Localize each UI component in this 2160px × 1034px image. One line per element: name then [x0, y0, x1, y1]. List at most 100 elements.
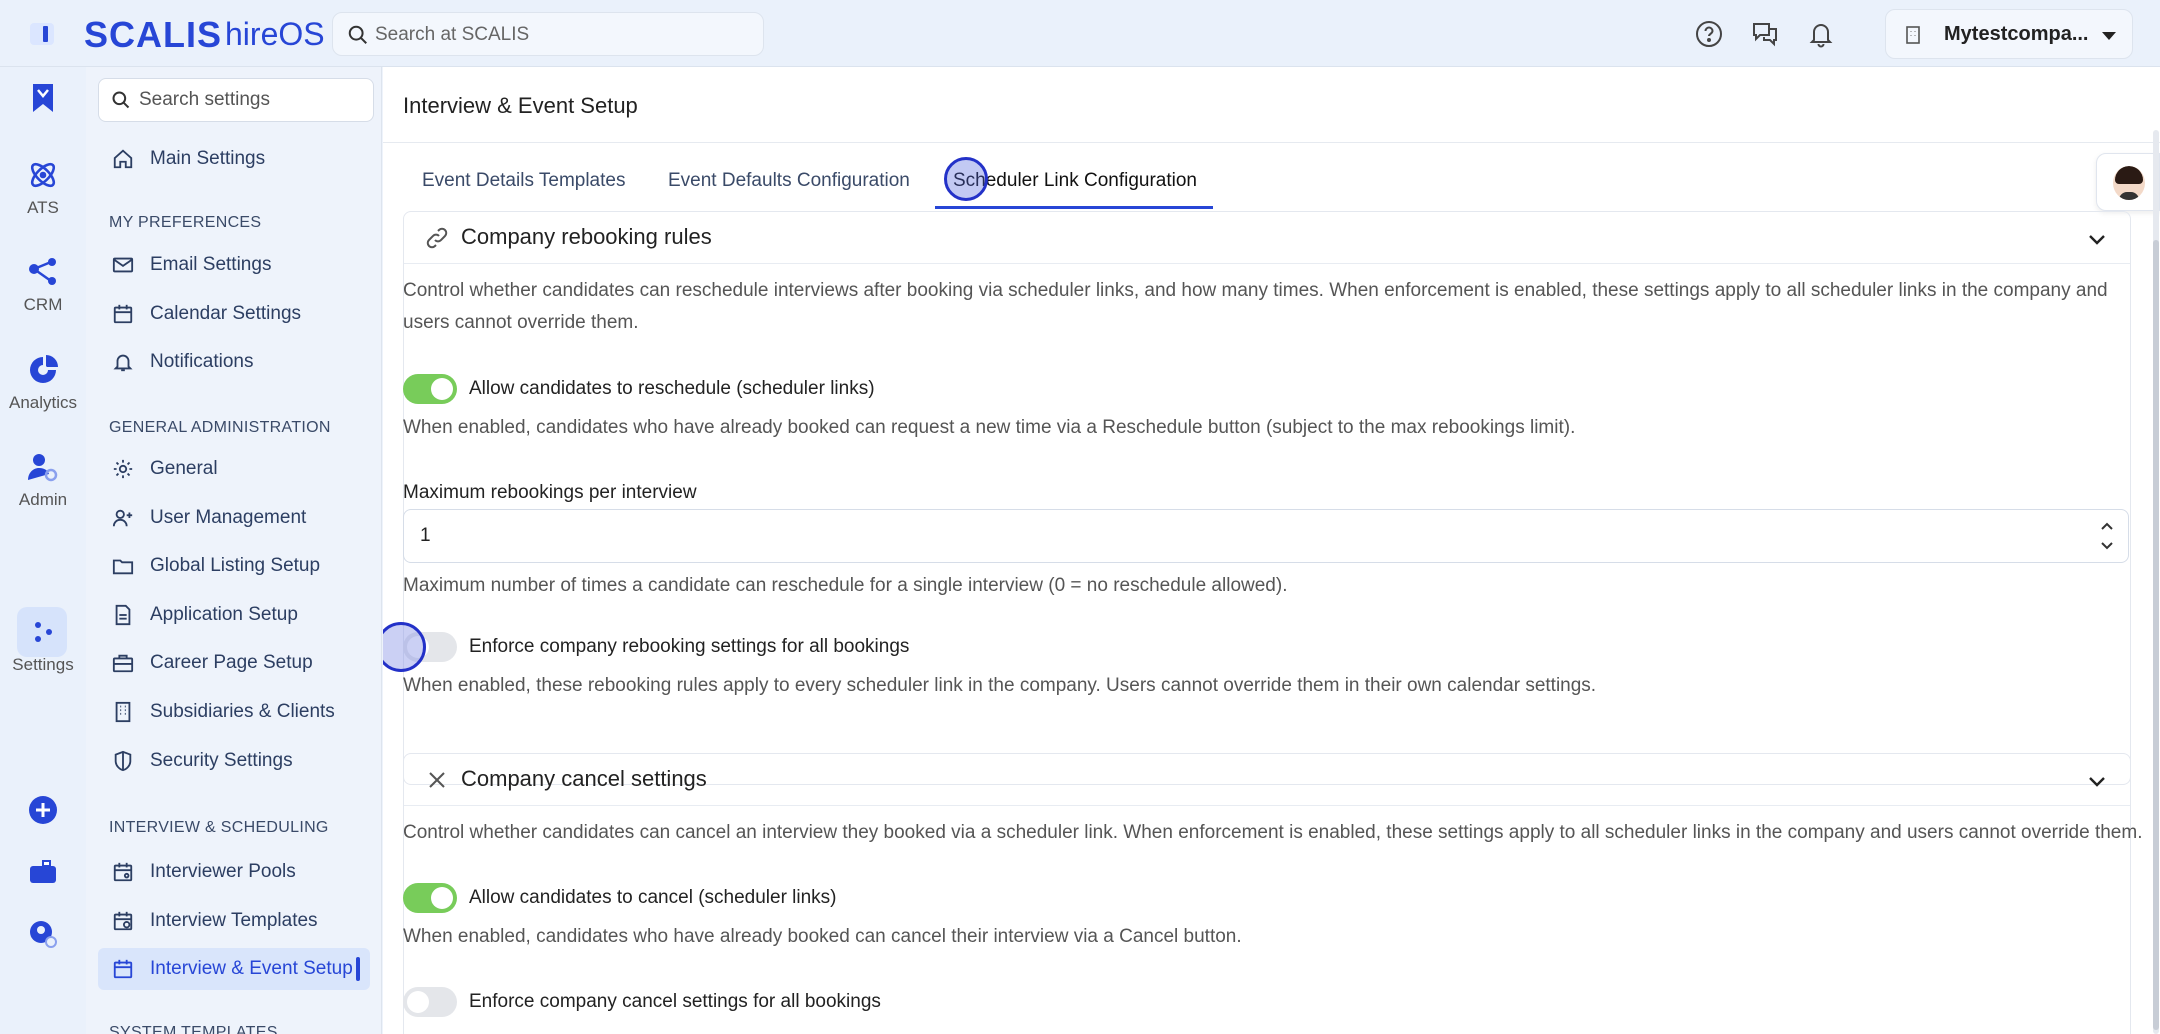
- company-switcher[interactable]: Mytestcompa...: [1885, 9, 2133, 59]
- toggle-knob: [407, 991, 429, 1013]
- max-rebookings-value: 1: [420, 525, 431, 546]
- nav-item-notifications[interactable]: Notifications: [98, 341, 370, 383]
- tab-event-details-templates[interactable]: Event Details Templates: [422, 170, 625, 192]
- enforce-cancel-toggle[interactable]: [403, 987, 457, 1017]
- nav-label: General: [150, 458, 218, 479]
- pie-chart-icon: [30, 355, 58, 383]
- messages-icon[interactable]: [1750, 19, 1780, 49]
- search-icon: [348, 25, 367, 44]
- document-icon: [115, 604, 131, 626]
- rail-item-bookmark[interactable]: [0, 82, 86, 114]
- nav-label: Global Listing Setup: [150, 555, 321, 576]
- global-search[interactable]: [332, 12, 764, 56]
- rail-item-add[interactable]: [0, 795, 86, 825]
- calendar-users-icon: [113, 862, 133, 882]
- nav-item-global-listing-setup[interactable]: Global Listing Setup: [98, 545, 370, 587]
- company-name: Mytestcompa...: [1944, 23, 2089, 45]
- app-rail: ATS CRM Analytics Admin Settings GH: [0, 67, 86, 1034]
- cancel-card-header[interactable]: Company cancel settings: [404, 754, 2130, 806]
- nav-item-subsidiaries-clients[interactable]: Subsidiaries & Clients: [98, 691, 370, 733]
- settings-search[interactable]: [98, 78, 374, 122]
- chevron-down-icon: [2102, 32, 2116, 40]
- rail-item-ats[interactable]: ATS: [0, 158, 86, 218]
- atom-icon: [30, 162, 56, 188]
- nav-item-calendar-settings[interactable]: Calendar Settings: [98, 293, 370, 335]
- nav-item-interviewer-pools[interactable]: Interviewer Pools: [98, 851, 370, 893]
- help-icon[interactable]: [1694, 19, 1724, 49]
- scrollbar-thumb[interactable]: [2153, 240, 2159, 1030]
- settings-search-input[interactable]: [139, 88, 359, 112]
- max-rebookings-label: Maximum rebookings per interview: [403, 482, 697, 503]
- stepper-icon[interactable]: [2096, 516, 2118, 556]
- plus-circle-icon: [29, 796, 57, 824]
- settings-dots-icon: [35, 622, 52, 642]
- max-rebookings-help: Maximum number of times a candidate can …: [403, 575, 1288, 596]
- rail-item-settings[interactable]: Settings: [0, 615, 86, 675]
- nav-item-main-settings[interactable]: Main Settings: [98, 138, 370, 180]
- shield-icon: [114, 750, 132, 772]
- chevron-down-icon[interactable]: [2086, 770, 2108, 792]
- nav-item-interview-event-setup[interactable]: Interview & Event Setup: [98, 948, 370, 990]
- network-icon: [29, 258, 56, 285]
- rail-item-crm[interactable]: CRM: [0, 255, 86, 315]
- nav-item-interview-templates[interactable]: Interview Templates: [98, 900, 370, 942]
- mailbox-icon: [30, 860, 56, 883]
- nav-section-preferences: MY PREFERENCES: [109, 214, 262, 231]
- nav-item-general[interactable]: General: [98, 448, 370, 490]
- user-gear-icon: [30, 921, 57, 948]
- sidebar-toggle-icon[interactable]: [30, 23, 54, 45]
- allow-reschedule-toggle[interactable]: [403, 374, 457, 404]
- allow-reschedule-help: When enabled, candidates who have alread…: [403, 417, 1576, 438]
- nav-item-user-management[interactable]: User Management: [98, 497, 370, 539]
- nav-label: Interviewer Pools: [150, 861, 296, 882]
- assistant-face-icon: [2113, 166, 2145, 200]
- nav-label: Security Settings: [150, 750, 293, 771]
- toggle-knob: [431, 378, 453, 400]
- nav-label: Calendar Settings: [150, 303, 302, 324]
- active-tab-indicator: [935, 206, 1213, 209]
- rail-item-inbox[interactable]: [0, 857, 86, 887]
- rail-item-admin[interactable]: Admin: [0, 450, 86, 510]
- max-rebookings-input[interactable]: 1: [403, 509, 2129, 563]
- allow-reschedule-label: Allow candidates to reschedule (schedule…: [469, 378, 875, 399]
- nav-item-security-settings[interactable]: Security Settings: [98, 740, 370, 782]
- divider: [383, 142, 2160, 143]
- rail-item-user-settings[interactable]: [0, 919, 86, 949]
- calendar-clock-icon: [113, 911, 133, 931]
- settings-nav: Main Settings MY PREFERENCES Email Setti…: [86, 67, 382, 1034]
- tab-scheduler-link-configuration[interactable]: Scheduler Link Configuration: [953, 170, 1197, 192]
- allow-cancel-toggle[interactable]: [403, 883, 457, 913]
- brand-logo[interactable]: SCALIS: [84, 14, 222, 56]
- nav-label: User Management: [150, 507, 307, 528]
- rebooking-card-header[interactable]: Company rebooking rules: [404, 212, 2130, 264]
- building-icon: [1906, 26, 1920, 44]
- nav-label: Subsidiaries & Clients: [150, 701, 335, 722]
- card-title: Company rebooking rules: [461, 224, 712, 249]
- nav-section-interview: INTERVIEW & SCHEDULING: [109, 819, 329, 836]
- rail-label-analytics: Analytics: [8, 393, 78, 412]
- cancel-description: Control whether candidates can cancel an…: [403, 822, 2143, 843]
- rail-label-settings: Settings: [12, 655, 74, 674]
- mail-icon: [112, 257, 134, 273]
- user-plus-icon: [112, 509, 133, 527]
- tab-event-defaults-configuration[interactable]: Event Defaults Configuration: [668, 170, 910, 192]
- admin-user-icon: [28, 454, 58, 482]
- gear-icon: [113, 459, 133, 479]
- nav-item-career-page-setup[interactable]: Career Page Setup: [98, 642, 370, 684]
- home-icon: [113, 149, 133, 169]
- briefcase-icon: [112, 654, 134, 673]
- nav-section-general-admin: GENERAL ADMINISTRATION: [109, 419, 331, 436]
- link-icon: [426, 227, 448, 249]
- allow-cancel-help: When enabled, candidates who have alread…: [403, 926, 1242, 947]
- scrollbar[interactable]: [2153, 130, 2159, 1034]
- nav-item-application-setup[interactable]: Application Setup: [98, 594, 370, 636]
- nav-section-system-templates: SYSTEM TEMPLATES: [109, 1024, 278, 1034]
- chevron-down-icon[interactable]: [2086, 228, 2108, 250]
- bell-icon[interactable]: [1806, 19, 1836, 49]
- nav-item-email-settings[interactable]: Email Settings: [98, 244, 370, 286]
- global-search-input[interactable]: [375, 23, 745, 47]
- rail-item-analytics[interactable]: Analytics: [0, 353, 86, 413]
- calendar-icon: [113, 304, 133, 324]
- assistant-avatar[interactable]: [2096, 153, 2160, 211]
- rail-label-admin: Admin: [18, 490, 68, 509]
